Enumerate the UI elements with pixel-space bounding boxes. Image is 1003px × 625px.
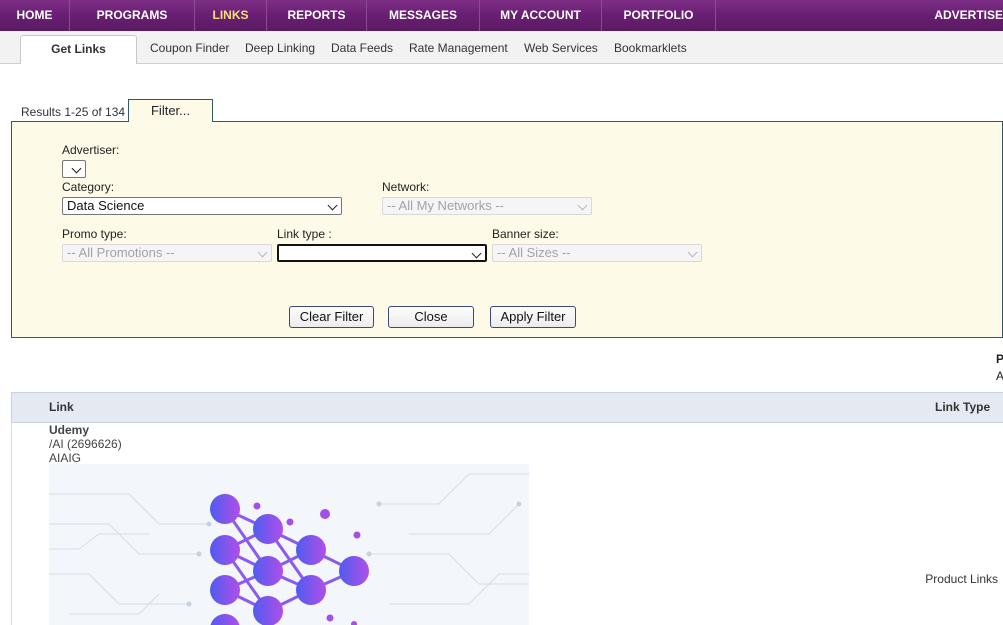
advertiser-name[interactable]: Udemy	[49, 423, 89, 437]
tab-data-feeds[interactable]: Data Feeds	[331, 35, 393, 64]
tab-coupon-finder[interactable]: Coupon Finder	[150, 35, 229, 64]
promo-type-select: -- All Promotions --	[62, 244, 272, 262]
chevron-down-icon	[471, 248, 482, 259]
link-name[interactable]: /AI (2696626)	[49, 437, 122, 451]
banner-size-value: -- All Sizes --	[497, 245, 571, 260]
neural-network-illustration	[49, 473, 529, 625]
promo-type-label: Promo type:	[62, 227, 127, 241]
nav-advertise[interactable]: ADVERTISE	[934, 0, 1003, 31]
advertiser-label: Advertiser:	[62, 143, 120, 157]
top-navigation: HOME PROGRAMS LINKS REPORTS MESSAGES MY …	[0, 0, 1003, 32]
banner-size-select: -- All Sizes --	[492, 244, 702, 262]
column-header-link-type[interactable]: Link Type	[935, 400, 1003, 414]
advertiser-select[interactable]	[62, 160, 86, 178]
link-type-label: Link type :	[277, 227, 332, 241]
table-header: Link Link Type	[11, 392, 1003, 423]
filter-panel: Advertiser: Category: Data Science Netwo…	[11, 121, 1003, 338]
filter-tab[interactable]: Filter...	[128, 99, 213, 122]
nav-my-account[interactable]: MY ACCOUNT	[480, 0, 602, 31]
chevron-down-icon	[577, 200, 588, 211]
nav-home[interactable]: HOME	[0, 0, 70, 31]
link-code: AIAIG	[49, 451, 82, 465]
category-label: Category:	[62, 180, 115, 194]
link-type-select[interactable]	[277, 244, 487, 262]
banner-image[interactable]	[49, 464, 529, 625]
results-count: Results 1-25 of 134	[21, 105, 126, 119]
nav-messages[interactable]: MESSAGES	[367, 0, 480, 31]
category-select[interactable]: Data Science	[62, 197, 342, 215]
promo-type-value: -- All Promotions --	[67, 245, 175, 260]
cutoff-text-2: A	[996, 369, 1003, 383]
chevron-down-icon	[327, 200, 338, 211]
column-header-link[interactable]: Link	[49, 400, 74, 414]
sub-navigation: Get Links Coupon Finder Deep Linking Dat…	[0, 31, 1003, 64]
chevron-down-icon	[257, 247, 268, 258]
nav-programs[interactable]: PROGRAMS	[70, 0, 195, 31]
link-type-value-cell: Product Links	[925, 572, 998, 586]
cutoff-text-1: P	[996, 352, 1003, 366]
nav-links[interactable]: LINKS	[195, 0, 267, 31]
chevron-down-icon	[687, 247, 698, 258]
tab-bookmarklets[interactable]: Bookmarklets	[614, 35, 687, 64]
network-label: Network:	[382, 180, 430, 194]
tab-web-services[interactable]: Web Services	[524, 35, 598, 64]
clear-filter-button[interactable]: Clear Filter	[289, 306, 374, 328]
apply-filter-button[interactable]: Apply Filter	[490, 306, 576, 328]
nav-reports[interactable]: REPORTS	[267, 0, 367, 31]
network-value: -- All My Networks --	[387, 198, 504, 213]
network-select: -- All My Networks --	[382, 197, 592, 215]
tab-get-links[interactable]: Get Links	[20, 35, 137, 64]
category-value: Data Science	[67, 198, 145, 213]
tab-deep-linking[interactable]: Deep Linking	[245, 35, 315, 64]
chevron-down-icon	[71, 163, 82, 174]
close-button[interactable]: Close	[388, 306, 474, 328]
tab-rate-management[interactable]: Rate Management	[409, 35, 508, 64]
nav-portfolio[interactable]: PORTFOLIO	[602, 0, 716, 31]
banner-size-label: Banner size:	[492, 227, 559, 241]
